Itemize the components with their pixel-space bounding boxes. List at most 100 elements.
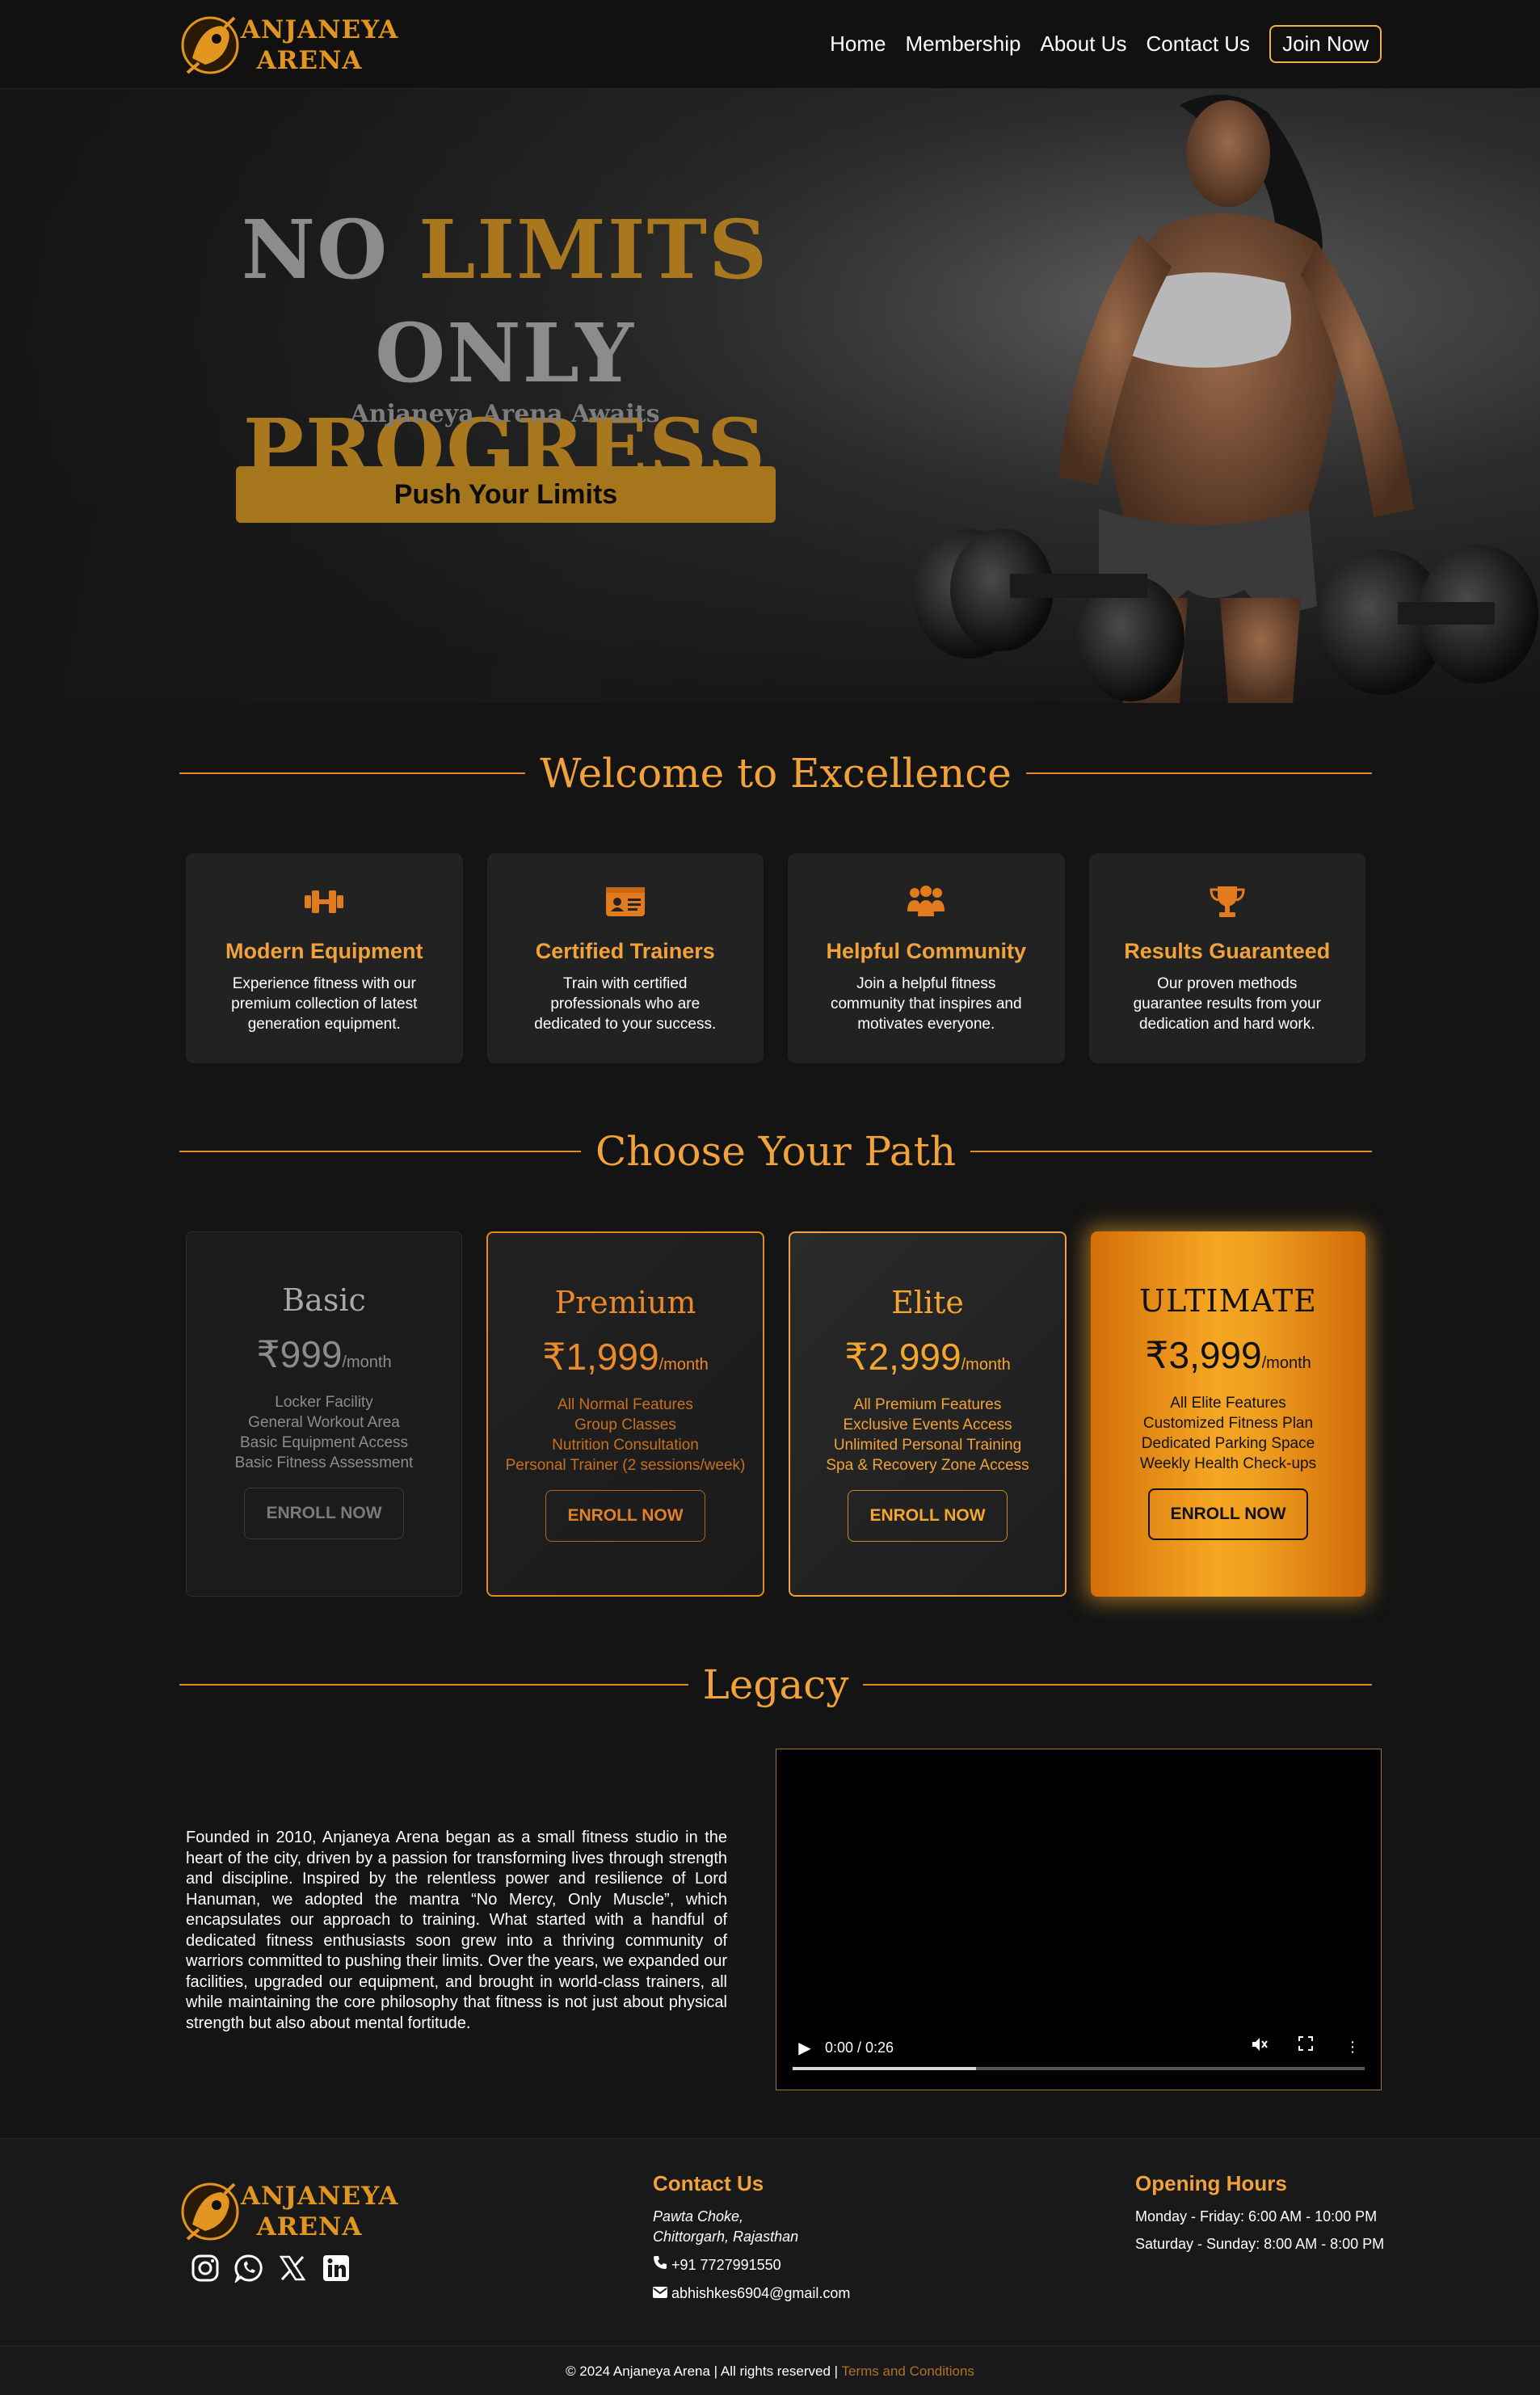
features-grid: Modern Equipment Experience fitness with…: [186, 853, 1365, 1063]
price-period: /month: [1261, 1354, 1311, 1372]
enroll-ultimate-button[interactable]: ENROLL NOW: [1148, 1488, 1308, 1540]
fullscreen-icon[interactable]: [1294, 2035, 1318, 2060]
nav-links: Home Membership About Us Contact Us Join…: [830, 24, 1382, 63]
plan-feature: All Normal Features: [558, 1396, 693, 1413]
trophy-icon: [1210, 886, 1245, 917]
plan-name: Premium: [554, 1285, 696, 1320]
nav-about[interactable]: About Us: [1041, 32, 1127, 57]
legacy-heading: Legacy: [702, 1661, 849, 1708]
plan-feature: Customized Fitness Plan: [1142, 1415, 1314, 1432]
plan-feature: Basic Equipment Access: [239, 1434, 409, 1451]
address-line2: Chittorgarh, Rajasthan: [653, 2229, 799, 2245]
hours-weekday: Monday - Friday: 6:00 AM - 10:00 PM: [1135, 2208, 1378, 2225]
feature-card: Results Guaranteed Our proven methods gu…: [1088, 853, 1365, 1063]
hero-subtitle: Anjaneya Arena Awaits: [350, 400, 660, 428]
plan-card-basic: Basic ₹999/month Locker Facility General…: [186, 1231, 462, 1597]
nav-home[interactable]: Home: [830, 32, 886, 57]
price-period: /month: [342, 1353, 392, 1371]
feature-title: Results Guaranteed: [1124, 939, 1331, 963]
video-progress-fill: [793, 2067, 976, 2070]
more-options-icon[interactable]: ⋮: [1340, 2035, 1365, 2060]
play-icon[interactable]: ▶: [793, 2035, 817, 2060]
enroll-premium-button[interactable]: ENROLL NOW: [545, 1490, 705, 1542]
plan-feature: Nutrition Consultation: [552, 1437, 699, 1454]
feature-card: Modern Equipment Experience fitness with…: [186, 853, 463, 1063]
footer-brand-name: ANJANEYA ARENA: [241, 2181, 399, 2242]
feature-title: Modern Equipment: [225, 939, 423, 963]
plan-feature: Unlimited Personal Training: [833, 1437, 1022, 1454]
id-card-icon: [605, 887, 645, 916]
price-period: /month: [658, 1356, 709, 1374]
plan-features: All Normal Features Group Classes Nutrit…: [488, 1395, 763, 1475]
hero-section: NO LIMITS ONLY PROGRESS Anjaneya Arena A…: [0, 89, 1540, 703]
nav-membership[interactable]: Membership: [905, 32, 1020, 57]
phone-row[interactable]: +91 7727991550: [653, 2255, 781, 2275]
brand-logo[interactable]: ANJANEYA ARENA: [176, 6, 399, 84]
price-amount: ₹3,999: [1145, 1334, 1262, 1376]
instagram-icon[interactable]: [191, 2254, 220, 2283]
copyright-text: © 2024 Anjaneya Arena | All rights reser…: [566, 2363, 839, 2379]
plan-feature: Dedicated Parking Space: [1141, 1435, 1315, 1452]
join-now-button[interactable]: Join Now: [1269, 24, 1382, 63]
price-amount: ₹1,999: [542, 1336, 659, 1378]
terms-link[interactable]: Terms and Conditions: [842, 2363, 974, 2379]
feature-desc: Our proven methods guarantee results fro…: [1133, 975, 1321, 1033]
feature-desc: Train with certified professionals who a…: [534, 975, 717, 1033]
footer-brand-logo[interactable]: ANJANEYA ARENA: [176, 2173, 399, 2250]
push-your-limits-button[interactable]: Push Your Limits: [236, 466, 776, 523]
divider: [179, 1151, 581, 1152]
brand-line1: ANJANEYA: [241, 2182, 399, 2211]
video-time: 0:00 / 0:26: [825, 2039, 894, 2056]
welcome-heading: Welcome to Excellence: [540, 750, 1012, 797]
plan-feature: Locker Facility: [275, 1394, 373, 1411]
hours-heading: Opening Hours: [1135, 2171, 1287, 2195]
video-progress-bar[interactable]: [793, 2067, 1365, 2070]
plan-price: ₹2,999/month: [790, 1335, 1065, 1378]
feature-card: Helpful Community Join a helpful fitness…: [788, 853, 1065, 1063]
welcome-heading-row: Welcome to Excellence: [179, 750, 1372, 797]
hero-athlete-image: [913, 95, 1538, 703]
plan-feature: Weekly Health Check-ups: [1139, 1455, 1317, 1472]
price-period: /month: [961, 1356, 1011, 1374]
hero-headline-line1: NO LIMITS: [162, 202, 848, 297]
plan-feature: Personal Trainer (2 sessions/week): [505, 1457, 746, 1474]
plan-feature: Basic Fitness Assessment: [234, 1454, 414, 1471]
plan-features: Locker Facility General Workout Area Bas…: [187, 1392, 461, 1473]
divider: [1025, 772, 1372, 774]
legacy-video-player[interactable]: ▶ 0:00 / 0:26 ⋮: [776, 1749, 1382, 2090]
mute-icon[interactable]: [1247, 2035, 1271, 2060]
enroll-basic-button[interactable]: ENROLL NOW: [244, 1488, 404, 1539]
phone-icon: [653, 2256, 671, 2273]
legacy-heading-row: Legacy: [179, 1661, 1373, 1708]
whatsapp-icon[interactable]: [234, 2254, 263, 2283]
email-row[interactable]: abhishkes6904@gmail.com: [653, 2283, 850, 2304]
divider: [863, 1684, 1373, 1686]
divider: [179, 772, 526, 774]
price-amount: ₹2,999: [844, 1336, 961, 1378]
plan-feature: All Premium Features: [853, 1396, 1002, 1413]
plan-card-ultimate: ULTIMATE ₹3,999/month All Elite Features…: [1091, 1231, 1365, 1597]
x-icon[interactable]: [278, 2254, 307, 2283]
hero-word-no: NO: [241, 202, 389, 297]
linkedin-icon[interactable]: [322, 2254, 351, 2283]
plan-feature: Group Classes: [574, 1416, 676, 1433]
brand-name: ANJANEYA ARENA: [241, 15, 399, 76]
email-address: abhishkes6904@gmail.com: [671, 2285, 851, 2301]
footer: ANJANEYA ARENA Contact Us Pawta Choke, C…: [0, 2138, 1540, 2395]
hours-weekend: Saturday - Sunday: 8:00 AM - 8:00 PM: [1135, 2236, 1385, 2252]
brand-line1: ANJANEYA: [241, 15, 399, 44]
plan-card-premium: Premium ₹1,999/month All Normal Features…: [486, 1231, 764, 1597]
legacy-paragraph: Founded in 2010, Anjaneya Arena began as…: [186, 1829, 727, 2032]
address-line1: Pawta Choke,: [653, 2208, 744, 2225]
top-navbar: ANJANEYA ARENA Home Membership About Us …: [0, 0, 1540, 89]
enroll-elite-button[interactable]: ENROLL NOW: [848, 1490, 1008, 1542]
divider: [179, 1684, 688, 1686]
feature-desc: Experience fitness with our premium coll…: [231, 975, 418, 1033]
plan-name: ULTIMATE: [1139, 1283, 1317, 1319]
pricing-plans: Basic ₹999/month Locker Facility General…: [186, 1231, 1365, 1597]
plan-name: Elite: [891, 1285, 964, 1320]
envelope-icon: [653, 2285, 671, 2301]
nav-contact[interactable]: Contact Us: [1146, 32, 1250, 57]
contact-heading: Contact Us: [653, 2171, 764, 2195]
feature-title: Helpful Community: [826, 939, 1027, 963]
